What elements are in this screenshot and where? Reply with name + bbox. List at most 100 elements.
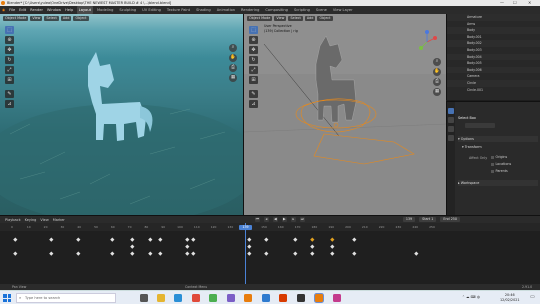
workspace-tab-rendering[interactable]: Rendering (240, 6, 261, 14)
origins-checkbox[interactable]: Origins (491, 155, 508, 160)
locations-checkbox[interactable]: Locations (491, 162, 512, 167)
transform-section-header[interactable]: ▾ Transform (462, 144, 540, 150)
chrome-icon[interactable] (209, 294, 217, 302)
right-move-tool-icon[interactable]: ✥ (249, 46, 258, 54)
keyframe[interactable] (247, 244, 252, 249)
keyframe[interactable] (247, 237, 252, 242)
keyframe[interactable] (330, 237, 335, 242)
keyframe[interactable] (330, 244, 335, 249)
outliner-row[interactable]: Body (447, 27, 540, 34)
taskbar-search-input[interactable]: Type here to search (16, 293, 116, 303)
right-transform-tool-icon[interactable]: ⊞ (249, 76, 258, 84)
output-tab-icon[interactable] (448, 126, 454, 132)
outliner-row[interactable]: Body.002 (447, 40, 540, 47)
blender-active-icon[interactable] (315, 294, 323, 302)
right-cursor-tool-icon[interactable]: ⊕ (249, 36, 258, 44)
keyframe[interactable] (130, 251, 135, 256)
menu-help[interactable]: Help (65, 6, 73, 14)
keyframe[interactable] (158, 237, 163, 242)
workspace-section-header[interactable]: ▸ Workspace (458, 180, 538, 186)
workspace-tab-shading[interactable]: Shading (195, 6, 213, 14)
keyframe[interactable] (330, 251, 335, 256)
menu-edit[interactable]: Edit (19, 6, 26, 14)
jump-end-icon[interactable]: ⏭ (299, 217, 305, 222)
left-pan-icon[interactable]: ✋ (229, 54, 237, 62)
right-camera-icon[interactable]: ⎙ (433, 78, 441, 86)
right-menu-object[interactable]: Object (317, 15, 333, 21)
workspace-tab-compositing[interactable]: Compositing (264, 6, 290, 14)
menu-window[interactable]: Window (47, 6, 61, 14)
right-zoom-icon[interactable]: ⌕ (433, 58, 441, 66)
keyframe[interactable] (264, 251, 269, 256)
app-icon-dark[interactable] (297, 294, 305, 302)
keyframe[interactable] (185, 251, 190, 256)
play-reverse-icon[interactable]: ◀ (272, 217, 278, 222)
keyframe[interactable] (49, 237, 54, 242)
next-key-icon[interactable]: ▸ (290, 217, 296, 222)
outliner-row[interactable]: Body.003 (447, 47, 540, 54)
start-frame-field[interactable]: Start 1 (419, 217, 437, 222)
rotate-tool-icon[interactable]: ↻ (5, 56, 14, 64)
keyframe[interactable] (185, 244, 190, 249)
keyframe[interactable] (76, 237, 81, 242)
right-scale-tool-icon[interactable]: ⤢ (249, 66, 258, 74)
workspace-tab-scripting[interactable]: Scripting (292, 6, 311, 14)
jump-start-icon[interactable]: ⏮ (254, 217, 260, 222)
transform-tool-icon[interactable]: ⊞ (5, 76, 14, 84)
options-section-header[interactable]: ▾ Options (458, 136, 538, 142)
left-menu-view[interactable]: View (30, 15, 43, 21)
keyframe[interactable] (130, 244, 135, 249)
workspace-tab-sculpting[interactable]: Sculpting (118, 6, 138, 14)
render-tab-icon[interactable] (448, 117, 454, 123)
left-menu-object[interactable]: Object (73, 15, 89, 21)
notifications-icon[interactable]: ▭ (530, 294, 535, 300)
keyframe[interactable] (148, 237, 153, 242)
timeline-keyframe-area[interactable] (0, 231, 540, 284)
playhead[interactable] (245, 223, 246, 284)
right-viewport[interactable]: Object Mode View Select Add Object User … (243, 14, 446, 215)
workspace-tab-texture-paint[interactable]: Texture Paint (165, 6, 191, 14)
workspace-tab-layout[interactable]: Layout (77, 6, 93, 14)
right-menu-add[interactable]: Add (304, 15, 316, 21)
left-grid-icon[interactable]: ▦ (229, 74, 237, 82)
outliner-row[interactable]: Armature (447, 14, 540, 21)
measure-tool-icon[interactable]: ⊿ (5, 100, 14, 108)
right-annotate-tool-icon[interactable]: ✎ (249, 90, 258, 98)
keyframe[interactable] (293, 251, 298, 256)
outliner-row[interactable]: Body.004 (447, 53, 540, 61)
timeline-menu-marker[interactable]: Marker (53, 218, 65, 222)
parents-checkbox[interactable]: Parents (491, 169, 508, 174)
app-icon-pink[interactable] (333, 294, 341, 302)
keyframe[interactable] (293, 237, 298, 242)
powerpoint-icon[interactable] (279, 294, 287, 302)
windows-start-icon[interactable] (3, 294, 11, 302)
left-menu-add[interactable]: Add (60, 15, 72, 21)
current-frame-field[interactable]: 139 (402, 217, 416, 222)
right-pan-icon[interactable]: ✋ (433, 68, 441, 76)
keyframe[interactable] (13, 251, 18, 256)
left-viewport[interactable]: Object Mode View Select Add Object ⬚ ⊕ ✥… (0, 14, 243, 215)
tool-mode-buttons[interactable] (465, 123, 495, 128)
keyframe[interactable] (191, 251, 196, 256)
select-box-tool-icon[interactable]: ⬚ (5, 26, 14, 34)
outliner-row[interactable]: Body.005 (447, 60, 540, 67)
keyframe[interactable] (310, 237, 315, 242)
playhead-frame-label[interactable]: 139 (239, 225, 252, 230)
keyframe[interactable] (191, 237, 196, 242)
scene-selector[interactable]: Scene (314, 6, 328, 14)
keyframe[interactable] (310, 251, 315, 256)
scene-tab-icon[interactable] (448, 135, 454, 141)
right-menu-view[interactable]: View (274, 15, 287, 21)
annotate-tool-icon[interactable]: ✎ (5, 90, 14, 98)
edge-icon[interactable] (174, 294, 182, 302)
timeline-menu-view[interactable]: View (40, 218, 48, 222)
prev-key-icon[interactable]: ◂ (263, 217, 269, 222)
keyframe[interactable] (414, 251, 419, 256)
keyframe[interactable] (110, 251, 115, 256)
timeline-menu-keying[interactable]: Keying (25, 218, 37, 222)
right-mode-dropdown[interactable]: Object Mode (247, 15, 273, 21)
workspace-tab-animation[interactable]: Animation (215, 6, 236, 14)
taskbar-clock[interactable]: 20:46 12/02/2021 (500, 293, 520, 302)
keyframe[interactable] (185, 237, 190, 242)
right-grid-icon[interactable]: ▦ (433, 88, 441, 96)
